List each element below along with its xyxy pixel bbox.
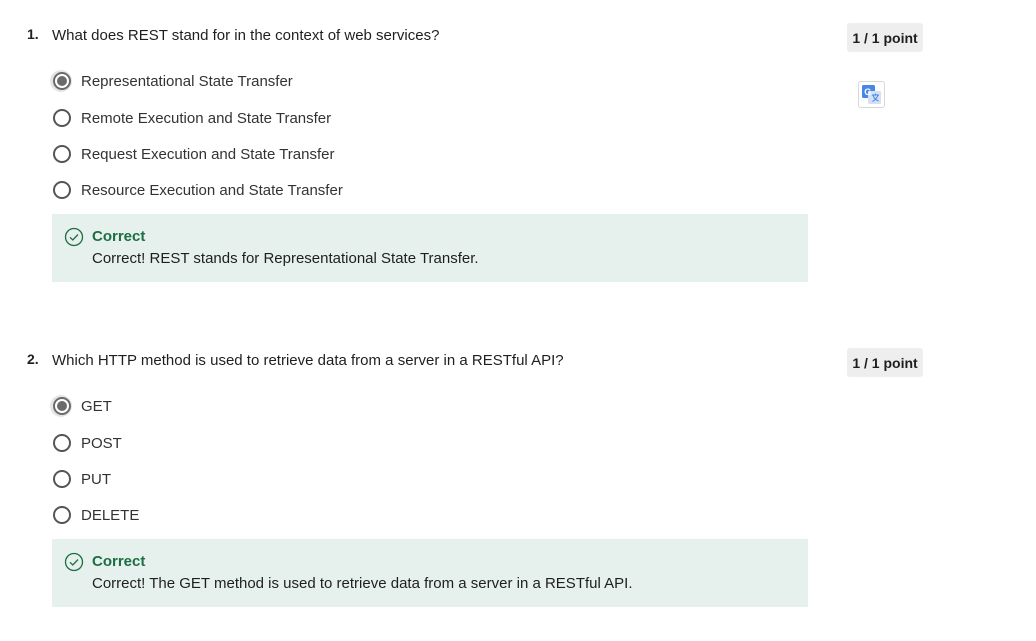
radio-selected[interactable] (50, 395, 72, 417)
option-delete[interactable]: DELETE (50, 503, 139, 527)
points-badge: 1 / 1 point (847, 23, 923, 52)
feedback-text: Correct! The GET method is used to retri… (92, 575, 633, 592)
radio-selected[interactable] (50, 70, 72, 92)
feedback-title: Correct (92, 228, 146, 245)
feedback-text: Correct! REST stands for Representationa… (92, 250, 479, 267)
google-translate-icon[interactable]: G (858, 81, 885, 108)
radio-unselected[interactable] (50, 468, 72, 490)
question-text: What does REST stand for in the context … (52, 27, 440, 44)
question-text: Which HTTP method is used to retrieve da… (52, 352, 564, 369)
radio-unselected[interactable] (50, 107, 72, 129)
feedback-correct: Correct Correct! REST stands for Represe… (52, 214, 808, 282)
option-label: DELETE (81, 506, 140, 524)
check-circle-icon (64, 552, 84, 572)
option-get[interactable]: GET (50, 394, 112, 418)
option-label: PUT (81, 470, 111, 488)
radio-unselected[interactable] (50, 504, 72, 526)
points-badge: 1 / 1 point (847, 348, 923, 377)
translate-glyph-icon: G (862, 85, 881, 104)
option-label: POST (81, 434, 122, 452)
option-label: Remote Execution and State Transfer (81, 109, 332, 127)
option-label: GET (81, 397, 112, 415)
option-remote-execution-and-state-transfer[interactable]: Remote Execution and State Transfer (50, 106, 331, 130)
radio-unselected[interactable] (50, 432, 72, 454)
question-number: 1. (27, 26, 39, 42)
option-label: Request Execution and State Transfer (81, 145, 335, 163)
option-representational-state-transfer[interactable]: Representational State Transfer (50, 69, 293, 93)
check-circle-icon (64, 227, 84, 247)
radio-unselected[interactable] (50, 143, 72, 165)
feedback-title: Correct (92, 553, 146, 570)
feedback-correct: Correct Correct! The GET method is used … (52, 539, 808, 607)
option-request-execution-and-state-transfer[interactable]: Request Execution and State Transfer (50, 142, 334, 166)
option-put[interactable]: PUT (50, 467, 111, 491)
option-label: Resource Execution and State Transfer (81, 181, 343, 199)
svg-text:G: G (864, 87, 871, 97)
option-label: Representational State Transfer (81, 72, 293, 90)
option-post[interactable]: POST (50, 431, 122, 455)
option-resource-execution-and-state-transfer[interactable]: Resource Execution and State Transfer (50, 178, 343, 202)
question-number: 2. (27, 351, 39, 367)
radio-unselected[interactable] (50, 179, 72, 201)
